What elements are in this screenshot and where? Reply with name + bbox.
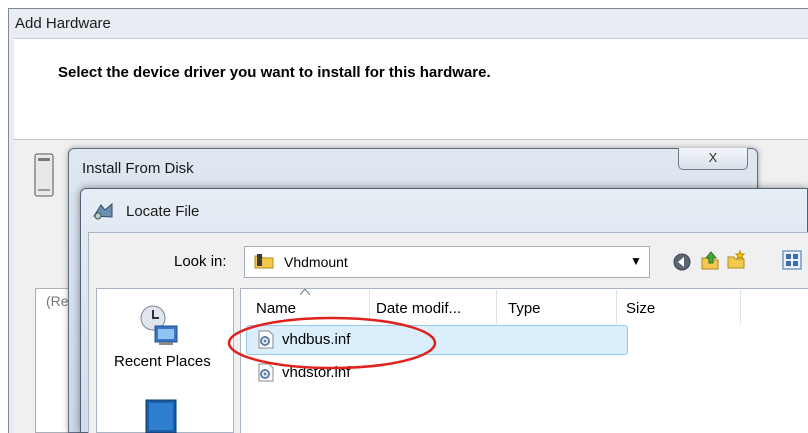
chevron-down-icon[interactable]: ▼: [630, 254, 642, 268]
hardware-device-icon: [34, 153, 54, 197]
add-hardware-header-panel: [14, 38, 808, 140]
install-from-disk-title: Install From Disk: [82, 160, 194, 177]
recent-places-icon[interactable]: [137, 304, 181, 346]
view-menu-icon[interactable]: [782, 250, 802, 270]
add-hardware-title: Add Hardware: [15, 15, 111, 32]
column-header-size[interactable]: Size: [626, 300, 655, 317]
look-in-value: Vhdmount: [284, 254, 348, 270]
sort-ascending-icon: [300, 289, 310, 295]
column-divider[interactable]: [740, 290, 741, 324]
highlight-annotation: [227, 316, 437, 370]
look-in-label: Look in:: [174, 253, 227, 270]
folder-icon: [254, 254, 274, 269]
locate-file-title: Locate File: [126, 203, 200, 220]
add-hardware-instruction: Select the device driver you want to ins…: [58, 64, 491, 81]
recent-places-label[interactable]: Recent Places: [114, 353, 211, 370]
column-divider[interactable]: [496, 290, 497, 324]
column-divider[interactable]: [616, 290, 617, 324]
back-icon[interactable]: [672, 252, 692, 272]
new-folder-icon[interactable]: [726, 250, 746, 270]
driver-list-item: (Re: [46, 293, 69, 309]
locate-file-icon: [93, 202, 113, 220]
desktop-icon[interactable]: [145, 398, 177, 433]
close-button[interactable]: X: [678, 148, 748, 170]
close-icon: X: [708, 150, 718, 165]
up-folder-icon[interactable]: [700, 250, 720, 270]
column-header-type[interactable]: Type: [508, 300, 541, 317]
